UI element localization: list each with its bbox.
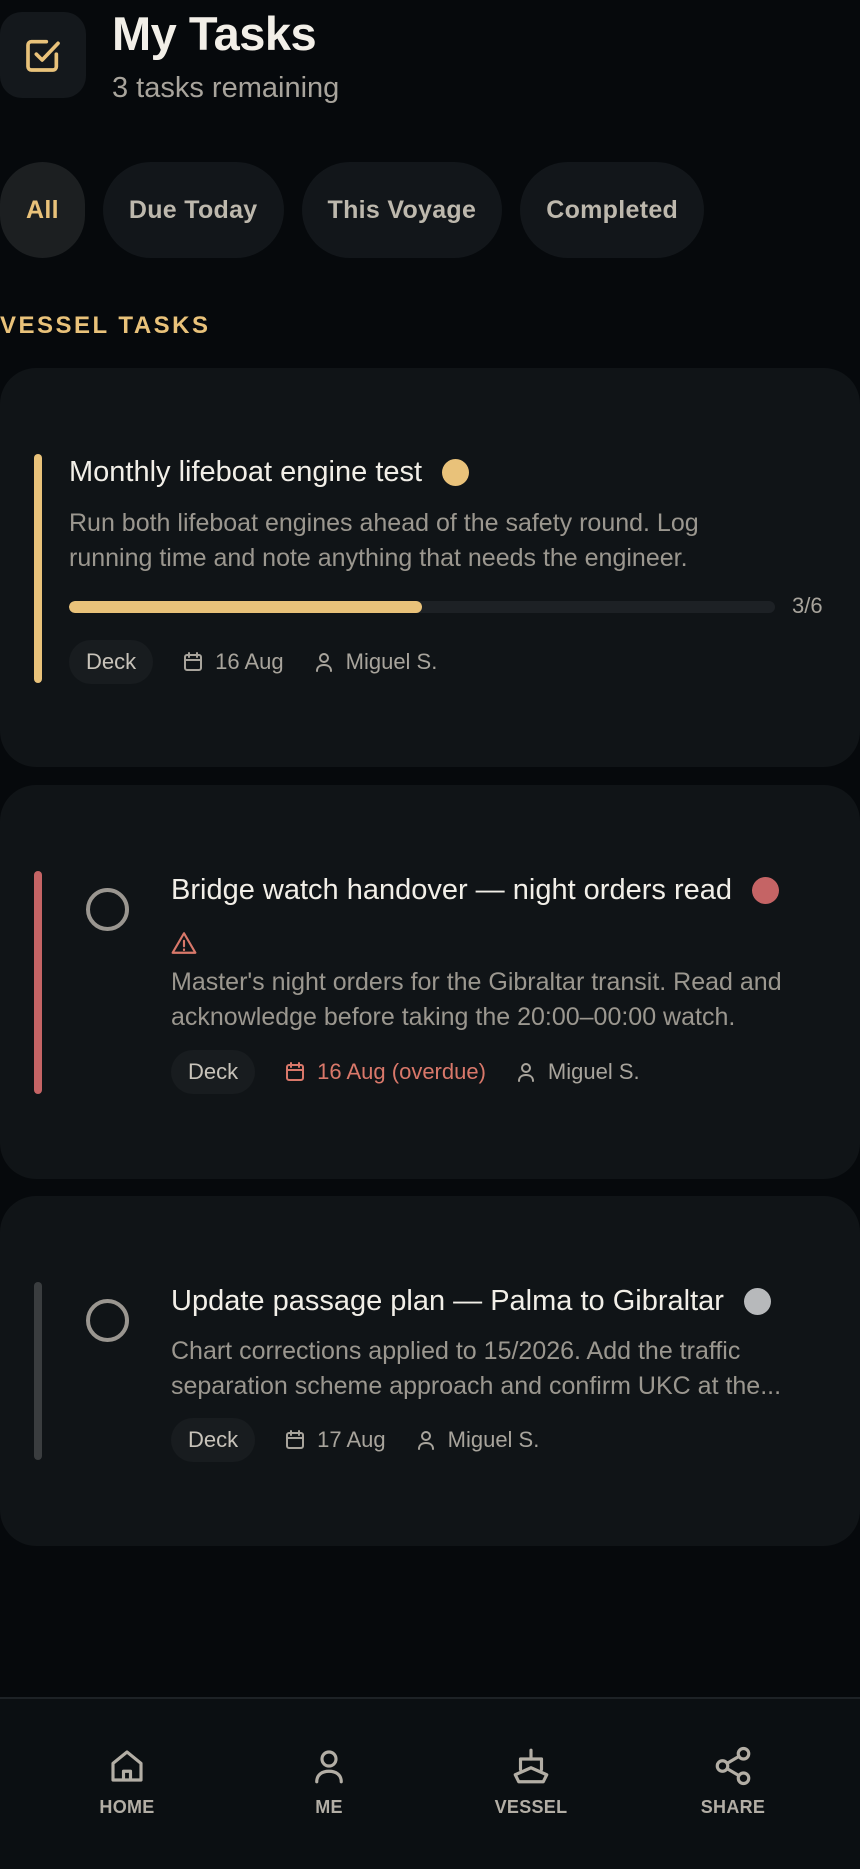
calendar-icon [184, 652, 203, 671]
department-tag: Deck [69, 640, 154, 684]
user-icon [315, 653, 332, 672]
nav-vessel-label: VESSEL [494, 1797, 568, 1817]
task-meta: Deck 16 Aug (overdue) Miguel S. [171, 1050, 640, 1094]
task-meta: Deck 17 Aug Miguel S. [171, 1418, 539, 1462]
department-tag: Deck [171, 1050, 256, 1094]
filter-due-today[interactable]: Due Today [102, 162, 284, 258]
calendar-icon [286, 1062, 305, 1081]
task-title-text: Monthly lifeboat engine test [69, 456, 423, 488]
nav-vessel[interactable]: VESSEL [451, 1745, 611, 1818]
share-icon [715, 1746, 751, 1786]
progress-fill [69, 601, 422, 613]
nav-home-label: HOME [99, 1797, 155, 1817]
assignee-name: Miguel S. [447, 1427, 540, 1452]
user-icon [417, 1431, 434, 1450]
section-label: VESSEL TASKS [0, 312, 211, 339]
filter-all[interactable]: All [0, 162, 85, 258]
calendar-icon [286, 1430, 305, 1449]
task-description: Chart corrections applied to 15/2026. Ad… [171, 1334, 851, 1404]
nav-share-label: SHARE [700, 1797, 766, 1817]
task-description-line: acknowledge before taking the 20:00–00:0… [171, 1003, 736, 1031]
task-card[interactable]: Bridge watch handover — night orders rea… [0, 785, 860, 1179]
tasks-remaining: 3 tasks remaining [112, 72, 340, 104]
assignee-name: Miguel S. [547, 1059, 640, 1084]
nav-home[interactable]: HOME [47, 1745, 207, 1818]
assignee-name: Miguel S. [345, 649, 438, 674]
task-checkbox[interactable] [86, 1299, 129, 1342]
user-icon [315, 1750, 343, 1784]
nav-share[interactable]: SHARE [653, 1745, 813, 1818]
progress-count: 3/6 [792, 593, 823, 618]
due-date: 16 Aug [181, 649, 284, 675]
status-dot [442, 459, 470, 486]
assignee: Miguel S. [514, 1059, 640, 1085]
task-title: Bridge watch handover — night orders rea… [171, 874, 779, 907]
nav-me-label: ME [315, 1797, 343, 1817]
task-title-text: Bridge watch handover — night orders rea… [171, 874, 732, 906]
filter-completed[interactable]: Completed [520, 162, 705, 258]
assignee: Miguel S. [312, 649, 438, 675]
department-tag: Deck [171, 1418, 256, 1462]
task-description: Run both lifeboat engines ahead of the s… [69, 506, 839, 576]
task-title-text: Update passage plan — Palma to Gibraltar [171, 1285, 724, 1317]
due-date-text: 17 Aug [317, 1427, 386, 1452]
filter-bar: All Due Today This Voyage Completed [0, 162, 705, 258]
due-date-text: 16 Aug (overdue) [317, 1059, 486, 1084]
task-description-line: running time and note anything that need… [69, 544, 688, 572]
task-description-line: Run both lifeboat engines ahead of the s… [69, 509, 699, 537]
task-title: Monthly lifeboat engine test [69, 456, 470, 489]
nav-me[interactable]: ME [249, 1745, 409, 1818]
priority-accent [34, 1282, 42, 1460]
task-description-line: Master's night orders for the Gibraltar … [171, 968, 782, 996]
home-icon [111, 1750, 143, 1782]
task-description-line: Chart corrections applied to 15/2026. Ad… [171, 1337, 741, 1365]
task-meta: Deck 16 Aug Miguel S. [69, 640, 437, 684]
assignee: Miguel S. [414, 1427, 540, 1453]
task-checkbox[interactable] [86, 888, 129, 931]
priority-accent [34, 871, 42, 1094]
task-card[interactable]: Update passage plan — Palma to Gibraltar… [0, 1196, 860, 1546]
task-description: Master's night orders for the Gibraltar … [171, 965, 851, 1035]
task-title: Update passage plan — Palma to Gibraltar [171, 1285, 771, 1318]
task-card[interactable]: Monthly lifeboat engine test Run both li… [0, 368, 860, 767]
progress-bar [69, 601, 775, 613]
priority-accent [34, 454, 42, 683]
filter-this-voyage[interactable]: This Voyage [301, 162, 503, 258]
checkbox-icon[interactable] [0, 12, 86, 98]
status-dot [751, 877, 779, 904]
task-description-line: separation scheme approach and confirm U… [171, 1372, 782, 1400]
due-date-text: 16 Aug [215, 649, 284, 674]
due-date: 16 Aug (overdue) [283, 1059, 486, 1085]
status-dot [743, 1288, 771, 1315]
user-icon [517, 1063, 534, 1082]
ship-icon [513, 1748, 549, 1784]
warning-icon [171, 931, 197, 960]
header: My Tasks 3 tasks remaining [0, 0, 860, 120]
due-date: 17 Aug [283, 1427, 386, 1453]
page-title: My Tasks [112, 7, 317, 60]
bottom-nav: HOME ME VESSEL SHARE [0, 1697, 860, 1869]
